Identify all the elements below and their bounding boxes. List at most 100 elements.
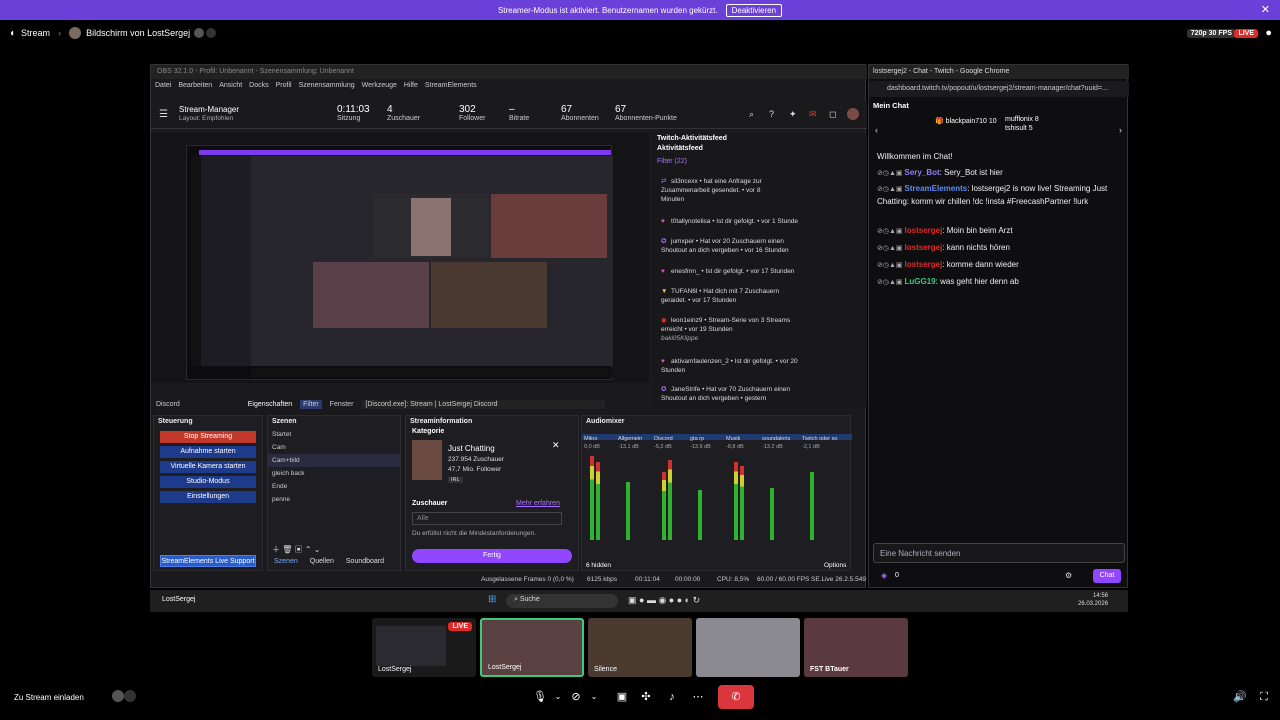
app-icons[interactable]: ▣ ● ▬ ◉ ● ● ◐ ↻	[628, 595, 700, 606]
settings-button[interactable]: Einstellungen	[160, 491, 256, 503]
taskbar-user[interactable]: LostSergej	[162, 596, 195, 603]
volume-meter[interactable]	[596, 462, 600, 540]
volume-meter[interactable]	[590, 456, 594, 540]
tab-scenes[interactable]: Szenen	[274, 558, 298, 565]
scene-item-selected[interactable]: Cam+bild	[268, 454, 400, 467]
hidden-count[interactable]: 6 hidden	[586, 562, 611, 569]
tab-sources[interactable]: Quellen	[310, 558, 334, 565]
audience-select[interactable]: Alle	[412, 512, 562, 525]
menu-item[interactable]: Werkzeuge	[362, 82, 397, 90]
scene-item[interactable]: gleich back	[268, 467, 400, 480]
microphone-icon[interactable]: 🎙	[530, 688, 550, 706]
gear-icon[interactable]: ⚙	[1065, 571, 1072, 580]
more-icon[interactable]: ⋯	[688, 688, 708, 706]
manager-layout[interactable]: Layout: Empfohlen	[179, 115, 233, 122]
chat-message[interactable]: ⊘◷▲▣ LuGG19: was geht hier denn ab	[877, 276, 1123, 289]
menu-item[interactable]: Docks	[249, 82, 268, 90]
activity-filter[interactable]: Filter (22)	[657, 158, 687, 165]
volume-meter[interactable]	[698, 490, 702, 540]
participant-tile[interactable]: Silence	[588, 618, 692, 677]
scene-item[interactable]: Startet	[268, 428, 400, 441]
activity-item[interactable]: ♥ aktivamfaulenzen_2 • Ist dir gefolgt. •…	[661, 357, 851, 375]
chat-message[interactable]: ⊘◷▲▣ lostsergej: komme dann wieder	[877, 259, 1123, 272]
close-icon[interactable]: ✕	[1261, 3, 1270, 16]
chat-message[interactable]: ⊘◷▲▣ StreamElements: lostsergej2 is now l…	[877, 183, 1123, 208]
url-bar[interactable]: dashboard.twitch.tv/popout/u/lostsergej2…	[869, 81, 1129, 97]
chat-message[interactable]: ⊘◷▲▣ lostsergej: kann nichts hören	[877, 242, 1123, 255]
menu-item[interactable]: Profil	[276, 82, 292, 90]
studio-mode-button[interactable]: Studio-Modus	[160, 476, 256, 488]
scene-item[interactable]: Cam	[268, 441, 400, 454]
chat-message[interactable]: ⊘◷▲▣ lostsergej: Moin bin beim Arzt	[877, 225, 1123, 238]
mixer-meters[interactable]	[582, 452, 852, 544]
scene-item[interactable]: penne	[268, 493, 400, 506]
activity-item[interactable]: ◉ leon1einz9 • Stream-Serie von 3 Streams…	[661, 316, 851, 343]
support-button[interactable]: StreamElements Live Support	[160, 555, 256, 567]
chat-message[interactable]: ⊘◷▲▣ Sery_Bot: Sery_Bot ist hier	[877, 167, 1123, 180]
fullscreen-icon[interactable]: ⛶	[1254, 688, 1274, 706]
activities-icon[interactable]: ✣	[636, 688, 656, 706]
volume-meter[interactable]	[810, 472, 814, 540]
activity-item[interactable]: ♥ enesfmn_ • Ist dir gefolgt. • vor 17 St…	[661, 267, 851, 276]
windows-start-icon[interactable]: ⊞	[488, 594, 496, 605]
stream-label[interactable]: Stream	[21, 28, 50, 38]
participant-tile[interactable]: LostSergej	[480, 618, 584, 677]
volume-icon[interactable]: 🔊	[1230, 688, 1250, 706]
start-recording-button[interactable]: Aufnahme starten	[160, 446, 256, 458]
chat-send-button[interactable]: Chat	[1093, 569, 1121, 583]
invite-button[interactable]: Zu Stream einladen	[14, 693, 84, 702]
channel-points-icon[interactable]: ◈	[881, 571, 887, 580]
activity-item[interactable]: ✪ jumxper • Hat vor 20 Zuschauern einen Sh…	[661, 237, 851, 255]
taskbar-search[interactable]: ⌕ Suche	[506, 594, 618, 608]
chat-icon[interactable]: ◻	[829, 109, 836, 120]
soundboard-icon[interactable]: ♪	[662, 688, 682, 706]
more-info-link[interactable]: Mehr erfahren	[516, 500, 560, 507]
stop-streaming-button[interactable]: Stop Streaming	[160, 431, 256, 443]
menu-item[interactable]: StreamElements	[425, 82, 477, 90]
chat-input[interactable]: Eine Nachricht senden	[873, 543, 1125, 563]
volume-meter[interactable]	[740, 466, 744, 540]
activity-item[interactable]: ▼ TUFAN6l • Hat dich mit 7 Zuschauern gera…	[661, 287, 851, 305]
volume-meter[interactable]	[626, 482, 630, 540]
volume-meter[interactable]	[662, 472, 666, 540]
scene-item[interactable]: Ende	[268, 480, 400, 493]
menu-item[interactable]: Szenensammlung	[299, 82, 355, 90]
notification-icon[interactable]: ✉	[809, 109, 817, 120]
volume-meter[interactable]	[668, 460, 672, 540]
disconnect-button[interactable]: ✆	[718, 685, 754, 709]
deactivate-button[interactable]: Deaktivieren	[725, 3, 783, 17]
obs-preview[interactable]	[151, 133, 649, 383]
tab-soundboard[interactable]: Soundboard	[346, 558, 384, 565]
participant-tile[interactable]: FST BTauer	[804, 618, 908, 677]
volume-meter[interactable]	[734, 462, 738, 540]
filter-button[interactable]: Filter	[300, 399, 322, 409]
menu-item[interactable]: Ansicht	[219, 82, 242, 90]
close-icon[interactable]: ✕	[552, 440, 560, 451]
menu-item[interactable]: Datei	[155, 82, 171, 90]
scene-toolbar[interactable]: ＋ 🗑 ▣ ⌃ ⌄	[272, 544, 320, 555]
screen-share-icon[interactable]: ▣	[612, 688, 632, 706]
chevron-down-icon[interactable]: ⌄	[584, 688, 604, 706]
participant-tile[interactable]	[696, 618, 800, 677]
participant-tile[interactable]: LIVE LostSergej	[372, 618, 476, 677]
properties-button[interactable]: Eigenschaften	[248, 401, 292, 408]
menu-item[interactable]: Bearbeiten	[178, 82, 212, 90]
search-icon[interactable]: ⌕	[749, 109, 754, 120]
chevron-down-icon[interactable]: ⌄	[548, 688, 568, 706]
activity-item[interactable]: ♥ t0tallynotelisa • Ist dir gefolgt. • vo…	[661, 217, 851, 226]
activity-item[interactable]: ⇄ sil3ncexx • hat eine Anfrage zur Zusamme…	[661, 177, 851, 204]
virtual-camera-button[interactable]: Virtuelle Kamera starten	[160, 461, 256, 473]
activity-item[interactable]: ✪ JaneStrife • Hat vor 70 Zuschauern eine…	[661, 385, 851, 403]
avatar[interactable]	[847, 108, 859, 120]
help-icon[interactable]: ?	[769, 109, 774, 119]
window-select[interactable]: [Discord.exe]: Stream | LostSergej Disco…	[361, 399, 606, 409]
menu-item[interactable]: Hilfe	[404, 82, 418, 90]
camera-off-icon[interactable]: ⊘	[566, 688, 586, 706]
done-button[interactable]: Fertig	[412, 549, 572, 563]
mixer-options[interactable]: Options	[824, 562, 846, 569]
volume-meter[interactable]	[770, 488, 774, 540]
chat-bubble-icon[interactable]: ●	[1265, 27, 1272, 39]
chevron-left-icon[interactable]: ‹	[875, 125, 878, 135]
magic-icon[interactable]: ✦	[789, 109, 797, 120]
chevron-right-icon[interactable]: ›	[1119, 125, 1122, 135]
